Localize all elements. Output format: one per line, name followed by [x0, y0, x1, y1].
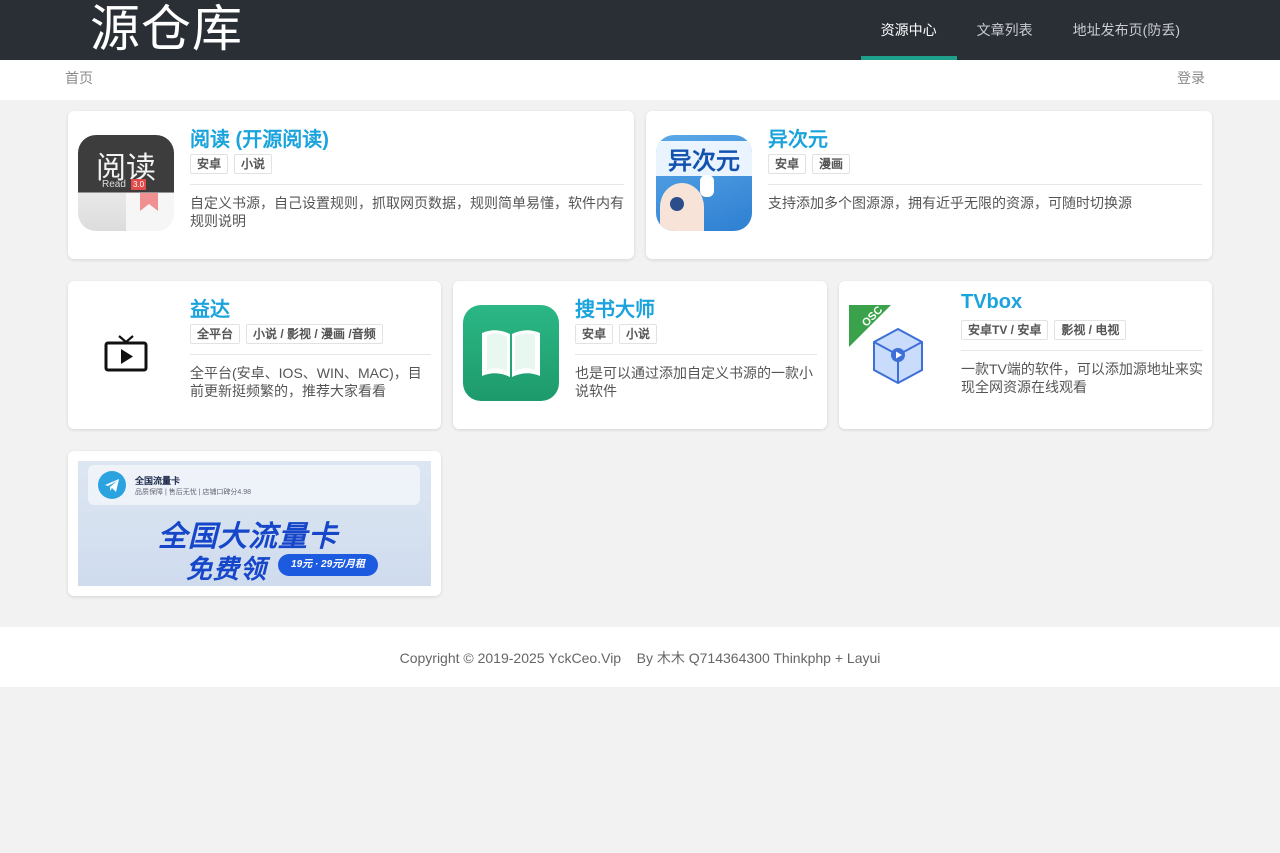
character-eye	[670, 197, 684, 211]
yida-icon-box	[78, 305, 174, 401]
top-header: 源仓库 资源中心 文章列表 地址发布页(防丢)	[0, 0, 1280, 60]
card-title[interactable]: TVbox	[961, 291, 1022, 314]
resource-card-soushu[interactable]: 搜书大师 安卓 小说 也是可以通过添加自定义书源的一款小说软件	[453, 281, 827, 429]
card-description: 一款TV端的软件，可以添加源地址来实现全网资源在线观看	[961, 361, 1203, 395]
card-title[interactable]: 搜书大师	[575, 293, 655, 322]
nav-item-articles[interactable]: 文章列表	[957, 0, 1053, 60]
main-nav: 资源中心 文章列表 地址发布页(防丢)	[860, 0, 1200, 60]
live-tv-icon	[104, 335, 148, 372]
card-description: 全平台(安卓、IOS、WIN、MAC)，目前更新挺频繁的，推荐大家看看	[190, 365, 422, 399]
ad-banner[interactable]: 全国流量卡 品质保障 | 售后无忧 | 店铺口碑分4.98 全国大流量卡 免费领…	[78, 461, 431, 586]
ad-price-badge: 19元 · 29元/月租	[278, 554, 378, 576]
nav-item-address-page[interactable]: 地址发布页(防丢)	[1053, 0, 1200, 60]
tag-list: 安卓 小说	[190, 154, 273, 174]
tag-platform[interactable]: 全平台	[190, 324, 241, 344]
card-divider	[961, 350, 1202, 351]
card-description: 也是可以通过添加自定义书源的一款小说软件	[575, 365, 813, 399]
open-book-icon	[482, 330, 540, 377]
card-description: 自定义书源，自己设置规则，抓取网页数据，规则简单易懂，软件内有规则说明	[190, 195, 624, 229]
site-logo[interactable]: 源仓库	[90, 0, 243, 60]
tag-list: 全平台 小说 / 影视 / 漫画 /音频	[190, 324, 383, 344]
soushu-app-icon	[463, 305, 559, 401]
resource-card-yiciyuan[interactable]: 异次元 异次元 安卓 漫画 支持添加多个图源源，拥有近乎无限的资源，可随时切换源	[646, 111, 1212, 259]
tvbox-cube-icon	[873, 327, 923, 385]
login-link[interactable]: 登录	[1177, 60, 1205, 97]
card-title[interactable]: 阅读 (开源阅读)	[190, 123, 329, 152]
tag-list: 安卓 小说	[575, 324, 658, 344]
ad-subtitle: 品质保障 | 售后无忧 | 店铺口碑分4.98	[135, 489, 252, 496]
tag-category[interactable]: 小说	[234, 154, 273, 174]
card-title[interactable]: 益达	[190, 293, 230, 322]
resource-card-yida[interactable]: 益达 全平台 小说 / 影视 / 漫画 /音频 全平台(安卓、IOS、WIN、M…	[68, 281, 441, 429]
resource-card-yuedu[interactable]: 阅读 Read 3.0 阅读 (开源阅读) 安卓 小说 自定义书源，自己设置规则…	[68, 111, 634, 259]
card-title[interactable]: 异次元	[768, 123, 828, 152]
tag-category[interactable]: 小说 / 影视 / 漫画 /音频	[246, 324, 383, 344]
breadcrumb-bar: 首页 登录	[0, 60, 1280, 100]
yiciyuan-icon-text: 异次元	[656, 141, 752, 176]
tag-category[interactable]: 影视 / 电视	[1054, 320, 1127, 340]
resource-card-tvbox[interactable]: OSC TVbox 安卓TV / 安卓 影视 / 电视 一款TV端的软件，可以添…	[839, 281, 1212, 429]
yiciyuan-app-icon: 异次元	[656, 135, 752, 231]
card-divider	[575, 354, 817, 355]
copyright-text: Copyright © 2019-2025 YckCeo.Vip By 木木 Q…	[399, 650, 881, 666]
nav-item-resource-center[interactable]: 资源中心	[860, 0, 957, 60]
breadcrumb-home[interactable]: 首页	[65, 60, 93, 97]
tag-list: 安卓TV / 安卓 影视 / 电视	[961, 320, 1127, 340]
tag-platform[interactable]: 安卓TV / 安卓	[961, 320, 1049, 340]
tag-category[interactable]: 小说	[619, 324, 658, 344]
tvbox-icon-box: OSC	[849, 305, 945, 401]
card-divider	[190, 184, 624, 185]
ad-header-strip: 全国流量卡 品质保障 | 售后无忧 | 店铺口碑分4.98	[88, 465, 420, 505]
card-divider	[768, 184, 1202, 185]
yuedu-icon-sub: Read	[102, 179, 126, 190]
yuedu-icon-version: 3.0	[131, 179, 147, 190]
card-description: 支持添加多个图源源，拥有近乎无限的资源，可随时切换源	[768, 195, 1132, 211]
card-divider	[190, 354, 431, 355]
tag-platform[interactable]: 安卓	[575, 324, 614, 344]
yuedu-icon-text: 阅读	[96, 151, 156, 186]
character-bow	[700, 175, 714, 197]
ad-card[interactable]: 全国流量卡 品质保障 | 售后无忧 | 店铺口碑分4.98 全国大流量卡 免费领…	[68, 451, 441, 596]
yuedu-app-icon: 阅读 Read 3.0	[78, 135, 174, 231]
tag-category[interactable]: 漫画	[812, 154, 851, 174]
tag-list: 安卓 漫画	[768, 154, 851, 174]
tag-platform[interactable]: 安卓	[190, 154, 229, 174]
bookmark-icon	[140, 193, 158, 211]
ad-headline-secondary: 免费领	[186, 554, 268, 584]
ad-title: 全国流量卡	[135, 476, 181, 486]
page-footer: Copyright © 2019-2025 YckCeo.Vip By 木木 Q…	[0, 627, 1280, 687]
telegram-icon	[98, 471, 126, 499]
tag-platform[interactable]: 安卓	[768, 154, 807, 174]
